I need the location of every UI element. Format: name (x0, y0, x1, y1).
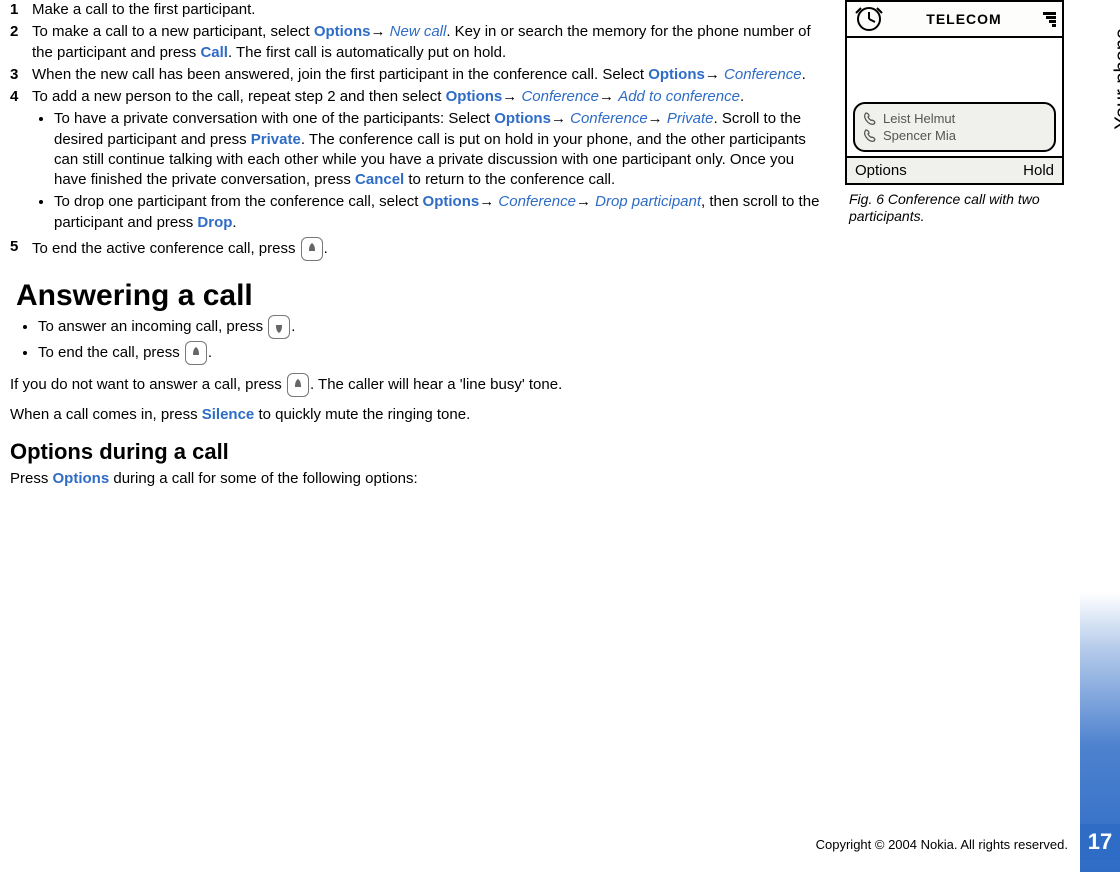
options-label: Options (314, 23, 371, 40)
call-label: Call (200, 44, 228, 61)
menu-conference: Conference (521, 88, 599, 105)
menu-drop-participant: Drop participant (595, 193, 701, 210)
heading-options-during: Options during a call (10, 439, 827, 465)
drop-label: Drop (197, 214, 232, 231)
signal-icon (1043, 12, 1056, 27)
sub-bullets: To have a private conversation with one … (32, 109, 827, 233)
end-key-icon (287, 373, 309, 397)
step-text: To make a call to a new participant, sel… (32, 22, 827, 63)
call-popup: Leist Helmut Spencer Mia (853, 102, 1056, 152)
bullet-item: To drop one participant from the confere… (54, 192, 827, 233)
menu-conference: Conference (570, 110, 648, 127)
phone-body: Leist Helmut Spencer Mia (847, 38, 1062, 156)
menu-private: Private (667, 110, 714, 127)
end-key-icon (301, 237, 323, 261)
carrier-label: TELECOM (885, 11, 1043, 27)
step-number: 5 (10, 237, 32, 261)
options-label: Options (446, 88, 503, 105)
figure-caption: Fig. 6 Conference call with two particip… (845, 191, 1070, 225)
page-footer: Copyright © 2004 Nokia. All rights reser… (0, 824, 1120, 860)
menu-conference: Conference (724, 66, 802, 83)
step-text: When the new call has been answered, joi… (32, 65, 806, 85)
phone-softkeys: Options Hold (847, 156, 1062, 183)
body-text: Press Options during a call for some of … (10, 469, 827, 489)
private-label: Private (251, 131, 301, 148)
step-text: To end the active conference call, press… (32, 237, 328, 261)
options-label: Options (423, 193, 480, 210)
cancel-label: Cancel (355, 171, 404, 188)
participant-row: Spencer Mia (863, 127, 1046, 144)
menu-newcall: New call (390, 23, 447, 40)
phone-screenshot: TELECOM Leist Helmut Spencer Mia (845, 0, 1064, 185)
bullet-item: To end the call, press . (38, 341, 827, 365)
phone-statusbar: TELECOM (847, 2, 1062, 38)
body-text: If you do not want to answer a call, pre… (10, 373, 827, 397)
copyright-text: Copyright © 2004 Nokia. All rights reser… (816, 837, 1068, 852)
step-text: To add a new person to the call, repeat … (32, 87, 827, 235)
body-text: When a call comes in, press Silence to q… (10, 405, 827, 425)
step-number: 4 (10, 87, 32, 235)
options-label: Options (53, 470, 110, 487)
handset-icon (863, 129, 877, 143)
step-number: 1 (10, 0, 32, 20)
softkey-right: Hold (1023, 162, 1054, 179)
menu-addconf: Add to conference (618, 88, 740, 105)
menu-conference: Conference (498, 193, 576, 210)
end-key-icon (185, 341, 207, 365)
handset-icon (863, 112, 877, 126)
section-tab-label: Your phone (1112, 28, 1120, 130)
participant-row: Leist Helmut (863, 110, 1046, 127)
softkey-left: Options (855, 162, 907, 179)
step-number: 3 (10, 65, 32, 85)
options-label: Options (648, 66, 705, 83)
steps-list: 1 Make a call to the first participant. … (10, 0, 827, 261)
step-number: 2 (10, 22, 32, 63)
answering-bullets: To answer an incoming call, press . To e… (10, 315, 827, 365)
call-key-icon (268, 315, 290, 339)
heading-answering: Answering a call (16, 279, 827, 313)
options-label: Options (494, 110, 551, 127)
bullet-item: To answer an incoming call, press . (38, 315, 827, 339)
page-number: 17 (1080, 824, 1120, 860)
step-text: Make a call to the first participant. (32, 0, 255, 20)
clock-icon (853, 5, 885, 33)
bullet-item: To have a private conversation with one … (54, 109, 827, 190)
silence-label: Silence (202, 406, 255, 423)
